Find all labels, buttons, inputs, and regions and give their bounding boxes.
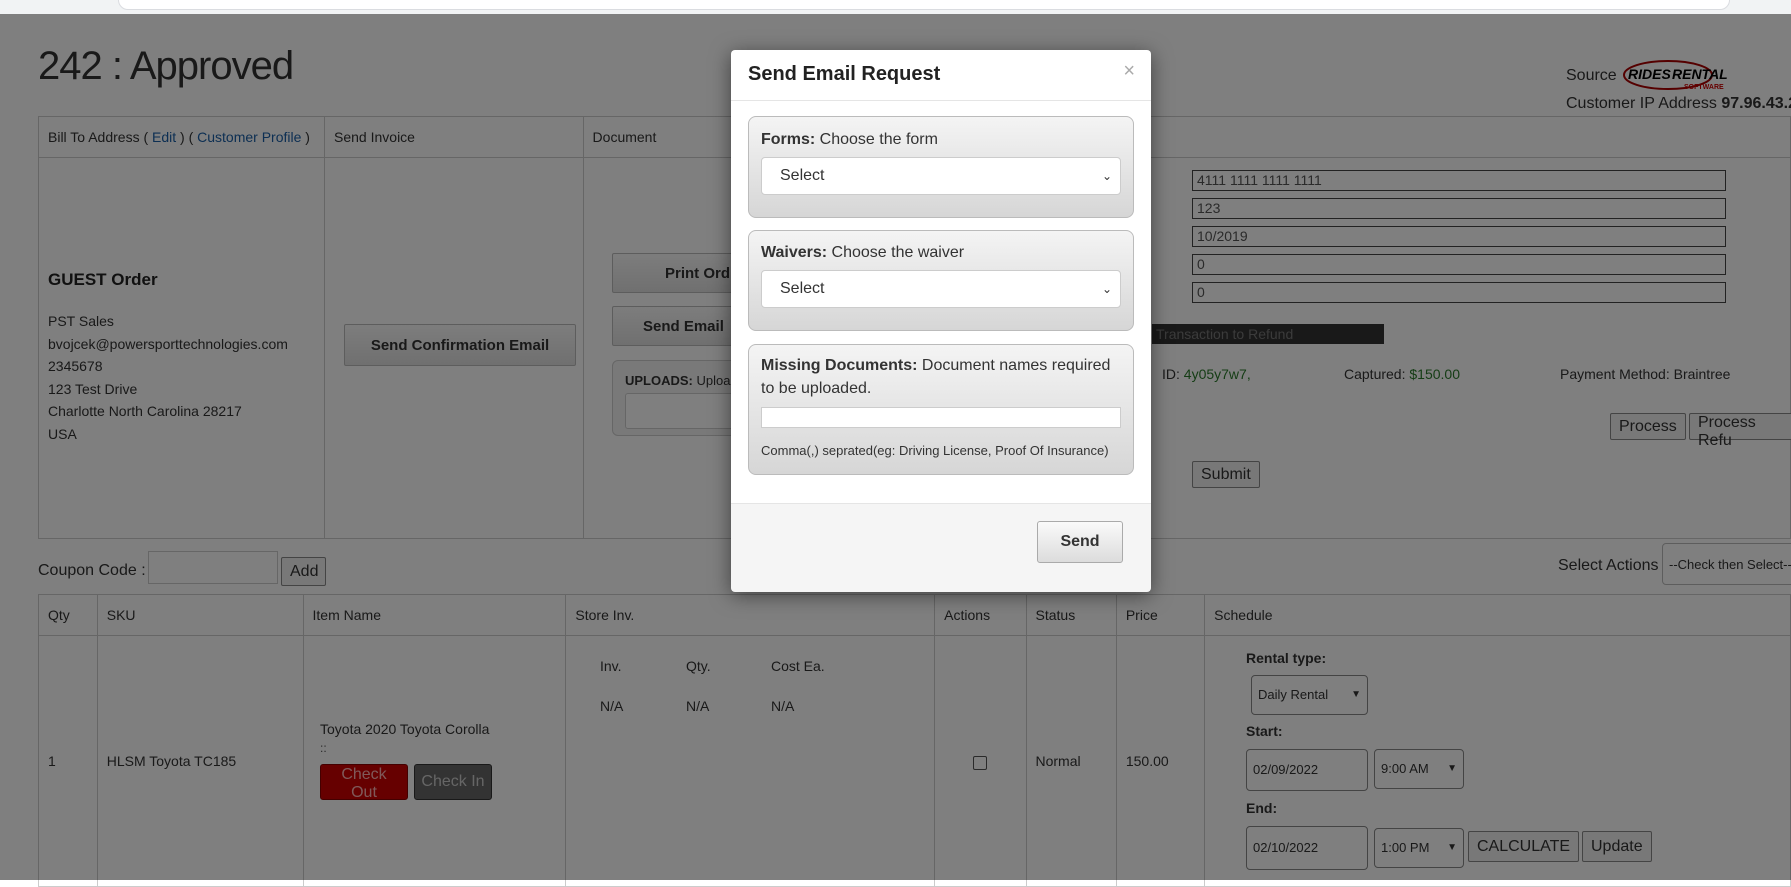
missing-documents-input[interactable] xyxy=(761,407,1121,428)
missing-documents-label: Missing Documents: Document names requir… xyxy=(761,357,1111,397)
waivers-label: Waivers: Choose the waiver xyxy=(761,244,965,261)
forms-select[interactable]: Select ⌄ xyxy=(761,157,1121,195)
browser-top-strip xyxy=(0,0,1791,14)
send-email-request-modal: Send Email Request × Forms: Choose the f… xyxy=(731,50,1151,592)
chevron-down-icon: ⌄ xyxy=(1101,169,1112,183)
send-button[interactable]: Send xyxy=(1037,521,1123,563)
divider xyxy=(731,100,1151,101)
close-icon[interactable]: × xyxy=(1123,60,1135,83)
missing-documents-hint: Comma(,) seprated(eg: Driving License, P… xyxy=(761,443,1109,458)
forms-label: Forms: Choose the form xyxy=(761,131,938,148)
modal-footer: Send xyxy=(731,503,1151,592)
missing-documents-panel: Missing Documents: Document names requir… xyxy=(748,344,1134,475)
modal-title: Send Email Request xyxy=(748,63,941,85)
waivers-select[interactable]: Select ⌄ xyxy=(761,270,1121,308)
waivers-panel: Waivers: Choose the waiver Select ⌄ xyxy=(748,230,1134,331)
address-bar[interactable] xyxy=(118,0,1730,10)
chevron-down-icon: ⌄ xyxy=(1101,282,1112,296)
forms-panel: Forms: Choose the form Select ⌄ xyxy=(748,116,1134,218)
